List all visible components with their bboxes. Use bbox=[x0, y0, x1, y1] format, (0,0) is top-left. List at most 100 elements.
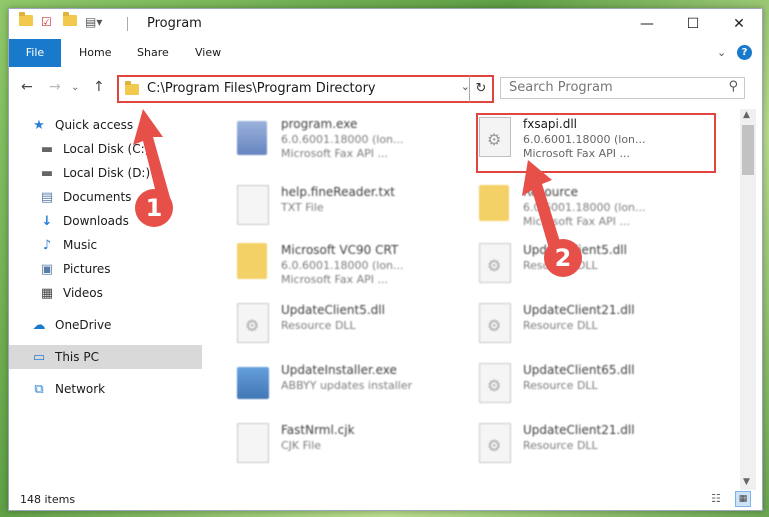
file-item[interactable]: ⚙ UpdateClient65.dll Resource DLL bbox=[471, 359, 711, 407]
tab-file[interactable]: File bbox=[9, 39, 61, 67]
sidebar-item-local-disk-c[interactable]: ▬ Local Disk (C:) 📌 bbox=[9, 137, 232, 161]
music-icon: ♪ bbox=[42, 237, 52, 253]
file-item[interactable]: ⚙ UpdateClient21.dll Resource DLL bbox=[471, 299, 711, 347]
file-item[interactable]: help.fineReader.txt TXT File bbox=[229, 181, 469, 229]
sidebar-item-label: Network bbox=[55, 382, 106, 396]
dll-icon: ⚙ bbox=[237, 303, 269, 343]
tab-view[interactable]: View bbox=[195, 39, 221, 67]
file-detail: Resource DLL bbox=[281, 319, 356, 332]
file-item[interactable]: FastNrml.cjk CJK File bbox=[229, 419, 469, 467]
title-divider bbox=[127, 17, 128, 31]
file-name: UpdateInstaller.exe bbox=[281, 363, 397, 377]
tab-share[interactable]: Share bbox=[137, 39, 169, 67]
file-name: UpdateClient65.dll bbox=[523, 363, 635, 377]
annotation-badge-2: 2 bbox=[544, 239, 582, 277]
scroll-down-icon[interactable]: ▼ bbox=[743, 477, 750, 487]
sidebar-item-label: Downloads bbox=[63, 214, 129, 228]
file-detail: Microsoft Fax API ... bbox=[281, 147, 389, 160]
file-detail: TXT File bbox=[281, 201, 324, 214]
customize-toolbar-icon[interactable]: ▤▾ bbox=[85, 15, 102, 29]
search-placeholder: Search Program bbox=[509, 80, 613, 95]
item-count: 148 items bbox=[20, 493, 76, 506]
sidebar-item-music[interactable]: ♪ Music 📌 bbox=[9, 233, 232, 257]
details-view-icon[interactable]: ☷ bbox=[711, 492, 721, 505]
dll-icon: ⚙ bbox=[479, 243, 511, 283]
address-path[interactable]: C:\Program Files\Program Directory bbox=[147, 81, 376, 96]
file-item[interactable]: Resource 6.0.6001.18000 (lon... Microsof… bbox=[471, 181, 711, 229]
help-icon[interactable]: ? bbox=[737, 45, 752, 60]
file-detail: Resource DLL bbox=[523, 319, 598, 332]
file-name: UpdateClient5.dll bbox=[281, 303, 385, 317]
properties-icon[interactable]: ☑ bbox=[41, 15, 52, 29]
cloud-icon: ☁ bbox=[32, 317, 46, 333]
sidebar-item-label: OneDrive bbox=[55, 318, 112, 332]
sidebar-item-documents[interactable]: ▤ Documents 📌 bbox=[9, 185, 232, 209]
window-title: Program bbox=[147, 16, 202, 31]
address-bar[interactable]: C:\Program Files\Program Directory ⌄ ↻ bbox=[117, 75, 494, 103]
sidebar-item-downloads[interactable]: ↓ Downloads 📌 bbox=[9, 209, 232, 233]
close-button[interactable]: ✕ bbox=[716, 9, 762, 39]
annotation-badge-1: 1 bbox=[135, 189, 173, 227]
file-item[interactable]: UpdateInstaller.exe ABBYY updates instal… bbox=[229, 359, 469, 407]
file-item[interactable]: ⚙ UpdateClient21.dll Resource DLL bbox=[471, 419, 711, 467]
sidebar-item-onedrive[interactable]: ☁ OneDrive bbox=[9, 313, 224, 337]
up-arrow-icon[interactable]: ↑ bbox=[93, 79, 105, 95]
file-item[interactable]: ⚙ UpdateClient5.dll Resource DLL bbox=[229, 299, 469, 347]
title-bar: ☑ ▤▾ Program — ☐ ✕ bbox=[9, 9, 762, 39]
dll-icon: ⚙ bbox=[479, 303, 511, 343]
maximize-button[interactable]: ☐ bbox=[670, 9, 716, 39]
drive-icon: ▬ bbox=[40, 165, 54, 181]
large-icons-view-icon[interactable]: ▦ bbox=[735, 491, 751, 507]
sidebar-item-network[interactable]: ⧉ Network bbox=[9, 377, 224, 401]
folder-icon bbox=[479, 185, 509, 221]
sidebar-item-this-pc[interactable]: ▭ This PC bbox=[9, 345, 202, 369]
folder-icon bbox=[125, 81, 139, 95]
sidebar-item-quick-access[interactable]: ★ Quick access bbox=[9, 113, 224, 137]
file-detail: CJK File bbox=[281, 439, 322, 452]
file-detail: Microsoft Fax API ... bbox=[281, 273, 389, 286]
refresh-icon[interactable]: ↻ bbox=[469, 75, 494, 103]
exe-icon bbox=[237, 121, 267, 155]
scrollbar-thumb[interactable] bbox=[742, 125, 754, 175]
new-folder-icon[interactable] bbox=[63, 12, 77, 26]
back-arrow-icon[interactable]: ← bbox=[21, 79, 33, 95]
computer-icon: ▭ bbox=[32, 349, 46, 365]
file-item[interactable]: ⚙ UpdateClient5.dll Resource DLL bbox=[471, 239, 711, 287]
chevron-down-icon[interactable]: ⌄ bbox=[717, 39, 726, 67]
sidebar-item-label: Music bbox=[63, 238, 98, 252]
folder-icon bbox=[19, 12, 33, 26]
search-icon[interactable]: ⚲ bbox=[728, 79, 738, 94]
sidebar-item-videos[interactable]: ▦ Videos 📌 bbox=[9, 281, 232, 305]
file-detail: ABBYY updates installer bbox=[281, 379, 413, 392]
sidebar-item-pictures[interactable]: ▣ Pictures 📌 bbox=[9, 257, 232, 281]
drive-icon: ▬ bbox=[40, 141, 54, 157]
scroll-up-icon[interactable]: ▲ bbox=[743, 110, 750, 120]
file-name: UpdateClient21.dll bbox=[523, 303, 635, 317]
star-icon: ★ bbox=[33, 117, 45, 133]
tab-home[interactable]: Home bbox=[79, 39, 111, 67]
vertical-scrollbar[interactable]: ▲ ▼ bbox=[740, 109, 756, 490]
minimize-button[interactable]: — bbox=[624, 9, 670, 39]
sidebar-item-label: Pictures bbox=[63, 262, 111, 276]
gear-icon: ⚙ bbox=[487, 376, 502, 395]
sidebar-item-local-disk-d[interactable]: ▬ Local Disk (D:) 📌 bbox=[9, 161, 232, 185]
file-name: help.fineReader.txt bbox=[281, 185, 395, 199]
status-bar: 148 items ☷ ▦ bbox=[9, 490, 762, 510]
dll-icon: ⚙ bbox=[479, 423, 511, 463]
text-file-icon bbox=[237, 185, 269, 225]
file-detail: 6.0.6001.18000 (lon... bbox=[281, 259, 404, 272]
navigation-bar: ← → ⌄ ↑ C:\Program Files\Program Directo… bbox=[9, 67, 762, 109]
forward-arrow-icon[interactable]: → bbox=[49, 79, 61, 95]
file-detail: Resource DLL bbox=[523, 439, 598, 452]
recent-locations-icon[interactable]: ⌄ bbox=[71, 82, 79, 93]
search-input[interactable]: Search Program ⚲ bbox=[500, 77, 745, 99]
file-name: FastNrml.cjk bbox=[281, 423, 355, 437]
sidebar-item-label: This PC bbox=[55, 350, 99, 364]
file-item[interactable]: Microsoft VC90 CRT 6.0.6001.18000 (lon..… bbox=[229, 239, 469, 287]
gear-icon: ⚙ bbox=[487, 256, 502, 275]
sidebar-item-label: Documents bbox=[63, 190, 132, 204]
file-item[interactable]: program.exe 6.0.6001.18000 (lon... Micro… bbox=[229, 113, 469, 161]
dll-icon: ⚙ bbox=[479, 363, 511, 403]
file-name: program.exe bbox=[281, 117, 358, 131]
gear-icon: ⚙ bbox=[487, 316, 502, 335]
